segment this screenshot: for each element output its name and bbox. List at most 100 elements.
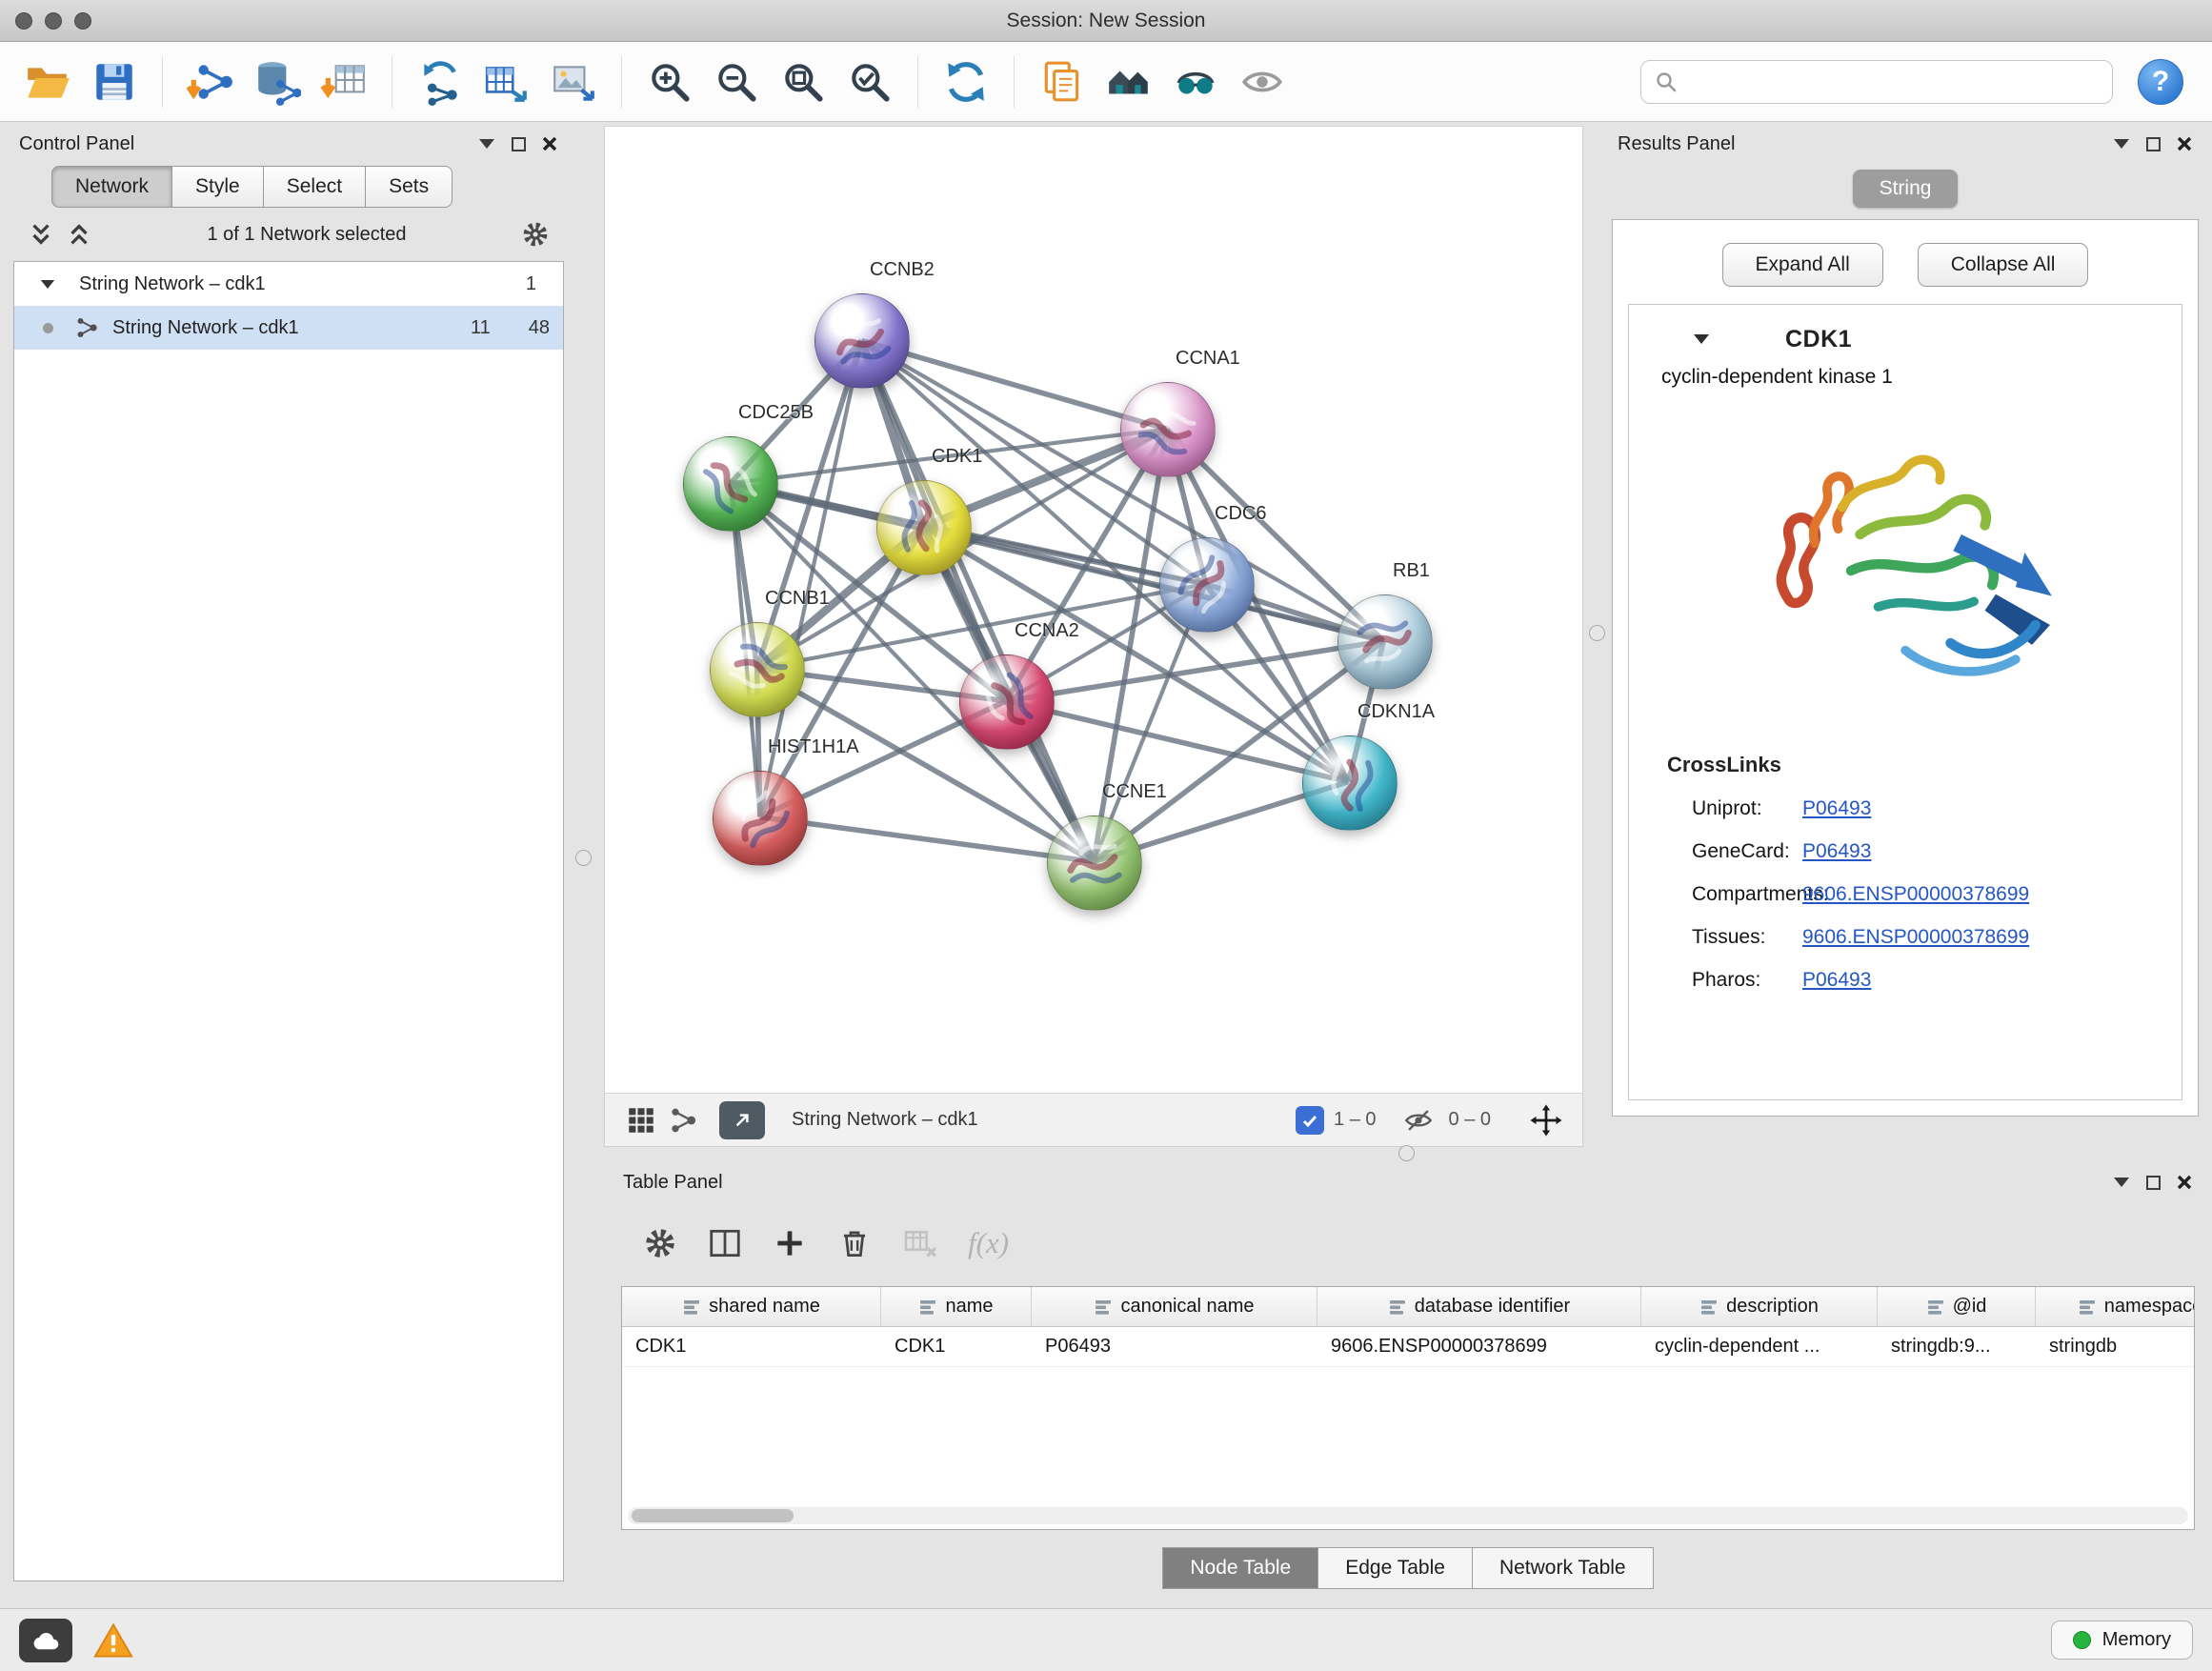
glasses-icon [1172,58,1219,106]
network-node-rb1[interactable] [1337,594,1433,690]
section-collapse-icon[interactable] [1692,332,1711,346]
tab-node-table[interactable]: Node Table [1162,1547,1318,1589]
tab-style[interactable]: Style [172,166,264,208]
network-node-cdc25b[interactable] [683,436,778,532]
splitter-handle[interactable] [1398,1145,1415,1161]
panel-collapse-icon[interactable] [477,137,496,151]
import-network-file-button[interactable] [180,51,241,112]
help-button[interactable]: ? [2138,59,2183,105]
panel-collapse-icon[interactable] [2112,137,2131,151]
crosslink-genecard[interactable]: P06493 [1802,840,1871,863]
panel-float-icon[interactable] [2146,1176,2161,1190]
panel-collapse-icon[interactable] [2112,1176,2131,1189]
move-tool-icon[interactable] [1525,1099,1567,1141]
home-button[interactable] [1098,51,1159,112]
gene-section-header[interactable]: CDK1 [1629,314,2182,364]
collapse-all-button[interactable]: Collapse All [1918,243,2089,287]
expand-all-button[interactable]: Expand All [1722,243,1883,287]
column-header-namespace[interactable]: namespace [2036,1287,2194,1326]
network-node-cdc6[interactable] [1159,537,1255,633]
crosslink-compartments[interactable]: 9606.ENSP00000378699 [1802,883,2029,906]
import-table-file-button[interactable] [313,51,374,112]
tab-select[interactable]: Select [264,166,366,208]
network-node-ccna1[interactable] [1120,382,1216,477]
close-window-button[interactable] [15,12,32,30]
panel-close-icon[interactable] [2176,1174,2193,1191]
grid-view-icon[interactable] [620,1099,662,1141]
gear-icon[interactable] [520,219,551,250]
crosslink-uniprot[interactable]: P06493 [1802,797,1871,820]
copy-documents-button[interactable] [1032,51,1093,112]
clear-table-icon[interactable] [901,1224,939,1262]
selected-checkbox[interactable] [1296,1106,1324,1135]
tab-network[interactable]: Network [51,166,172,208]
tree-expand-icon[interactable] [39,278,56,291]
network-collection-row[interactable]: String Network – cdk1 1 [14,262,563,306]
save-session-button[interactable] [84,51,145,112]
network-view-canvas[interactable]: CCNB2CCNA1CDC25BCDK1CDC6RB1CCNB1CCNA2CDK… [604,126,1583,1094]
column-header-name[interactable]: name [881,1287,1032,1326]
columns-icon[interactable] [707,1225,743,1261]
gear-icon[interactable] [642,1225,678,1261]
column-header-database-identifier[interactable]: database identifier [1317,1287,1641,1326]
panel-float-icon[interactable] [512,137,526,151]
collapse-all-icon[interactable] [27,220,55,249]
column-header-canonical-name[interactable]: canonical name [1032,1287,1317,1326]
network-icon[interactable] [662,1099,704,1141]
delete-column-icon[interactable] [836,1225,873,1261]
splitter-handle[interactable] [1589,625,1605,641]
toolbar-search [1640,60,2113,104]
crosslink-tissues[interactable]: 9606.ENSP00000378699 [1802,926,2029,949]
panel-float-icon[interactable] [2146,137,2161,151]
tab-string[interactable]: String [1853,170,1959,208]
network-node-hist1h1a[interactable] [713,771,808,866]
zoom-in-button[interactable] [639,51,700,112]
network-node-label: HIST1H1A [768,736,859,758]
toggle-eye-button[interactable] [1232,51,1293,112]
window-title: Session: New Session [0,10,2212,32]
horizontal-scrollbar[interactable] [628,1507,2188,1524]
add-column-icon[interactable] [772,1225,808,1261]
network-node-ccnb2[interactable] [814,293,910,389]
cloud-button[interactable] [19,1619,72,1662]
memory-button[interactable]: Memory [2051,1621,2193,1660]
column-header-description[interactable]: description [1641,1287,1878,1326]
warning-icon[interactable] [93,1621,133,1660]
zoom-selected-button[interactable] [839,51,900,112]
toggle-glasses-button[interactable] [1165,51,1226,112]
zoom-window-button[interactable] [74,12,91,30]
protein-ribbon-thumb [1040,809,1149,917]
panel-close-icon[interactable] [541,135,558,152]
network-node-cdkn1a[interactable] [1302,735,1398,831]
tab-sets[interactable]: Sets [366,166,452,208]
search-input[interactable] [1687,70,2099,92]
table-row[interactable]: CDK1CDK1P064939606.ENSP00000378699cyclin… [622,1327,2194,1367]
network-from-table-button[interactable] [476,51,537,112]
splitter-handle[interactable] [575,850,592,866]
network-node-ccna2[interactable] [959,654,1055,750]
column-header-id[interactable]: @id [1878,1287,2036,1326]
import-network-database-button[interactable] [247,51,308,112]
open-session-button[interactable] [17,51,78,112]
protein-ribbon-thumb [1102,364,1233,494]
export-image-button[interactable] [543,51,604,112]
zoom-fit-button[interactable] [773,51,834,112]
zoom-out-button[interactable] [706,51,767,112]
tab-network-table[interactable]: Network Table [1473,1547,1654,1589]
crosslink-pharos[interactable]: P06493 [1802,969,1871,992]
network-node-ccne1[interactable] [1047,815,1142,911]
network-node-cdk1[interactable] [876,480,972,575]
column-header-shared-name[interactable]: shared name [622,1287,881,1326]
minimize-window-button[interactable] [45,12,62,30]
function-builder-icon[interactable]: f(x) [968,1226,1009,1260]
tab-edge-table[interactable]: Edge Table [1318,1547,1473,1589]
refresh-view-button[interactable] [935,51,996,112]
network-node-ccnb1[interactable] [710,622,805,717]
clone-network-button[interactable] [410,51,471,112]
scrollbar-thumb[interactable] [632,1509,794,1522]
eye-slash-icon[interactable] [1398,1099,1439,1141]
expand-all-icon[interactable] [65,220,93,249]
panel-close-icon[interactable] [2176,135,2193,152]
open-in-window-button[interactable] [719,1101,765,1139]
network-row-selected[interactable]: String Network – cdk1 11 48 [14,306,563,350]
